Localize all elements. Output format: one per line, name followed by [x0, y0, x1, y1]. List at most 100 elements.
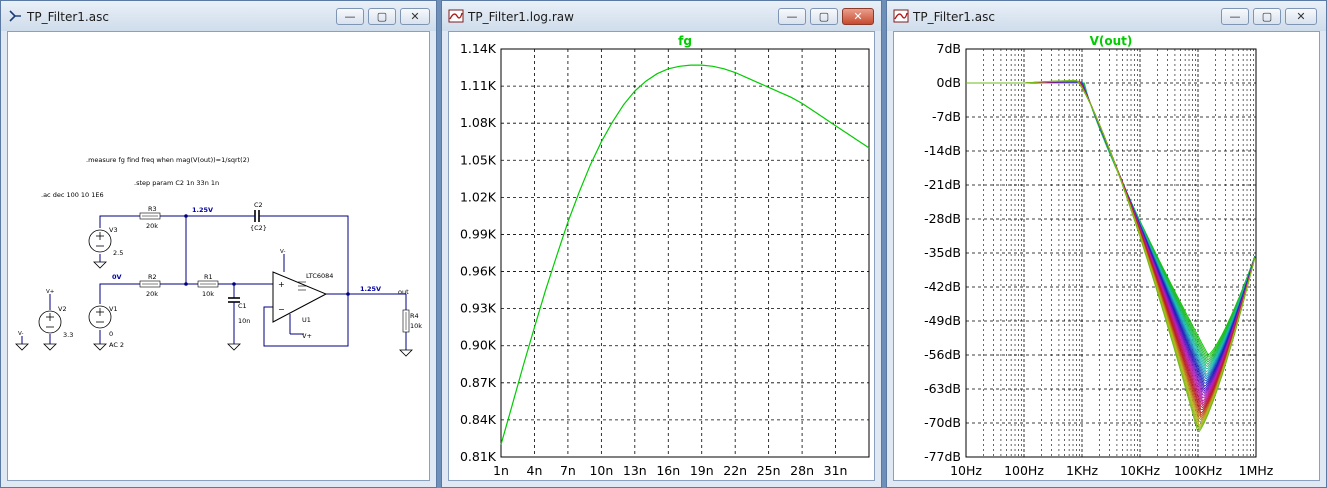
fg-chart[interactable]: 1.14K 1.11K 1.08K 1.05K 1.02K 0.99K 0.96K 0.93K… — [449, 32, 875, 481]
schematic-drawing: .measure fg find freq when mag(V(out))=1… — [15, 156, 422, 357]
y-tick-label: 1.05K — [460, 152, 497, 167]
x-tick-label: 13n — [623, 463, 647, 478]
y-tick-label: -7dB — [932, 109, 961, 124]
maximize-button[interactable]: ▢ — [810, 8, 838, 25]
x-tick-label: 100KHz — [1174, 463, 1222, 478]
y-tick-label: -35dB — [924, 245, 961, 260]
ac-directive[interactable]: .ac dec 100 10 1E6 — [41, 191, 104, 199]
waveform-app-icon — [448, 9, 464, 23]
y-tick-label: -21dB — [924, 177, 961, 192]
bode-window-title: TP_Filter1.asc — [913, 10, 995, 24]
schematic-window-title: TP_Filter1.asc — [27, 10, 109, 24]
v3-value: 2.5 — [113, 249, 123, 257]
x-tick-label: 10Hz — [950, 463, 982, 478]
u1-name: U1 — [302, 316, 311, 324]
y-tick-label: -56dB — [924, 347, 961, 362]
x-tick-label: 100Hz — [1004, 463, 1044, 478]
y-tick-label: -49dB — [924, 313, 961, 328]
y-tick-label: 7dB — [937, 41, 961, 56]
r2-name: R2 — [148, 273, 157, 281]
close-button[interactable]: ✕ — [1285, 8, 1317, 25]
y-tick-label: 1.08K — [460, 115, 497, 130]
maximize-button[interactable]: ▢ — [1253, 8, 1281, 25]
c1-name: C1 — [238, 302, 247, 310]
chart-title: V(out) — [1090, 34, 1133, 48]
bode-chart[interactable]: 10Hz 100Hz 1KHz 10KHz 100KHz 1MHz 7dB 0dB -7dB -1… — [894, 32, 1320, 481]
minimize-button[interactable]: — — [778, 8, 806, 25]
v1-ac: AC 2 — [109, 341, 124, 349]
y-tick-label: 0.90K — [460, 338, 497, 353]
x-tick-label: 4n — [527, 463, 543, 478]
plot-frame — [500, 48, 870, 458]
step-directive[interactable]: .step param C2 1n 33n 1n — [134, 179, 219, 187]
x-tick-label: 1n — [493, 463, 509, 478]
fg-plot-pane[interactable]: 1.14K 1.11K 1.08K 1.05K 1.02K 0.99K 0.96K 0.93K… — [448, 31, 875, 481]
r4-value: 10k — [410, 322, 422, 330]
r3-name: R3 — [148, 205, 157, 213]
v2-value: 3.3 — [63, 331, 73, 339]
close-button[interactable]: ✕ — [400, 8, 430, 25]
r1-value: 10k — [202, 290, 214, 298]
y-tick-label: 0.99K — [460, 226, 497, 241]
bode-plot-pane[interactable]: 10Hz 100Hz 1KHz 10KHz 100KHz 1MHz 7dB 0dB -7dB -1… — [893, 31, 1320, 481]
bode-plot-window[interactable]: TP_Filter1.asc — ▢ ✕ 10Hz 100Hz 1KHz 10KHz 1… — [886, 0, 1327, 488]
fg-window-title: TP_Filter1.log.raw — [468, 10, 574, 24]
x-tick-label: 1KHz — [1066, 463, 1099, 478]
c2-name: C2 — [254, 201, 263, 209]
node-vminus-ground: V- — [18, 331, 23, 337]
schematic-titlebar[interactable]: TP_Filter1.asc — ▢ ✕ — [1, 1, 436, 31]
close-button[interactable]: ✕ — [842, 8, 874, 25]
chart-title: fg — [678, 34, 692, 48]
minimize-button[interactable]: — — [336, 8, 364, 25]
node-vplus-v2: V+ — [46, 289, 55, 295]
node-voltage-1-25v-a: 1.25V — [192, 206, 213, 214]
y-tick-label: 0.87K — [460, 375, 497, 390]
node-out: out — [398, 288, 409, 296]
fg-plot-window[interactable]: TP_Filter1.log.raw — ▢ ✕ 1.14K 1.11K 1.08K… — [441, 0, 882, 488]
ground-symbols — [15, 261, 413, 357]
x-tick-label: 1MHz — [1239, 463, 1274, 478]
schematic-window[interactable]: TP_Filter1.asc — ▢ ✕ .measure fg find fr… — [0, 0, 437, 488]
y-tick-label: -42dB — [924, 279, 961, 294]
x-tick-label: 31n — [824, 463, 848, 478]
minimize-button[interactable]: — — [1221, 8, 1249, 25]
measure-directive[interactable]: .measure fg find freq when mag(V(out))=1… — [86, 156, 249, 164]
v3-name: V3 — [109, 226, 118, 234]
y-tick-label: -14dB — [924, 143, 961, 158]
x-tick-label: 25n — [757, 463, 781, 478]
r4-name: R4 — [410, 312, 419, 320]
u1-part: LTC6084 — [306, 272, 333, 280]
r3-value: 20k — [146, 222, 158, 230]
y-tick-label: -77dB — [924, 449, 961, 464]
r1-name: R1 — [204, 273, 213, 281]
svg-text:+: + — [278, 280, 285, 289]
fg-titlebar[interactable]: TP_Filter1.log.raw — ▢ ✕ — [442, 1, 881, 31]
v2-name: V2 — [58, 305, 67, 313]
x-tick-label: 7n — [560, 463, 576, 478]
r2-value: 20k — [146, 290, 158, 298]
y-tick-label: 0.81K — [460, 449, 497, 464]
schematic-app-icon — [9, 10, 21, 22]
y-tick-label: 1.11K — [460, 78, 497, 93]
bode-titlebar[interactable]: TP_Filter1.asc — ▢ ✕ — [887, 1, 1326, 31]
y-tick-label: -70dB — [924, 415, 961, 430]
y-tick-label: 1.14K — [460, 41, 497, 56]
v1-value: 0 — [109, 330, 113, 338]
x-tick-label: 19n — [690, 463, 714, 478]
y-tick-label: -63dB — [924, 381, 961, 396]
c2-value: {C2} — [250, 224, 267, 232]
maximize-button[interactable]: ▢ — [368, 8, 396, 25]
node-vplus-opamp: V+ — [302, 332, 312, 340]
svg-text:−: − — [278, 305, 285, 314]
y-tick-label: 0.84K — [460, 412, 497, 427]
y-tick-label: 0.96K — [460, 264, 497, 279]
x-tick-label: 28n — [790, 463, 814, 478]
x-tick-label: 10n — [589, 463, 613, 478]
y-tick-label: 0.93K — [460, 301, 497, 316]
c1-value: 10n — [238, 317, 250, 325]
v1-name: V1 — [109, 305, 118, 313]
schematic-canvas[interactable]: .measure fg find freq when mag(V(out))=1… — [7, 31, 430, 481]
y-tick-label: 0dB — [937, 75, 961, 90]
x-tick-label: 10KHz — [1120, 463, 1161, 478]
node-voltage-1-25v-b: 1.25V — [360, 285, 381, 293]
